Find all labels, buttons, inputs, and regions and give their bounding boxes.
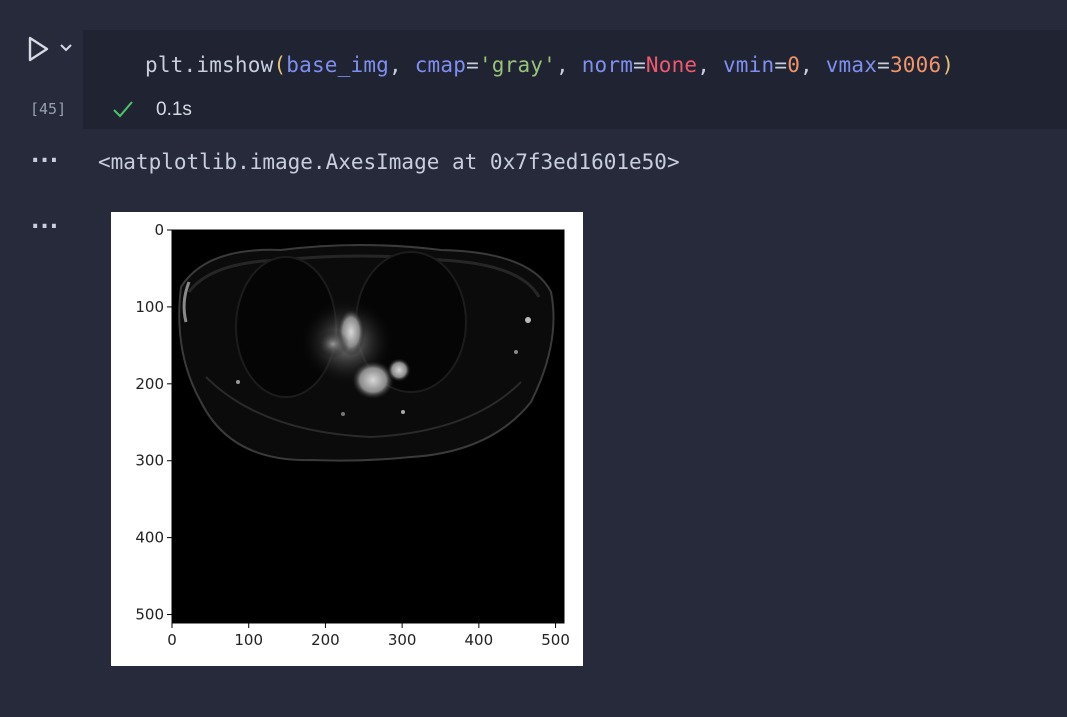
run-cell-icon[interactable] bbox=[26, 34, 52, 64]
execution-count: [45] bbox=[30, 100, 67, 118]
x-tick-label: 100 bbox=[234, 631, 263, 649]
check-icon bbox=[113, 101, 133, 118]
code-token: plt.imshow bbox=[145, 53, 274, 77]
code-token: norm bbox=[581, 53, 634, 77]
code-token: = bbox=[774, 53, 788, 77]
code-token: vmin bbox=[722, 53, 775, 77]
y-tick-label: 0 bbox=[154, 221, 164, 239]
code-token: cmap bbox=[414, 53, 467, 77]
code-token: = bbox=[877, 53, 890, 77]
y-tick-label: 200 bbox=[135, 375, 164, 393]
run-controls bbox=[26, 34, 78, 64]
output-more-icon[interactable]: ... bbox=[31, 211, 59, 233]
code-token: None bbox=[645, 53, 698, 77]
code-token: base_img bbox=[286, 53, 390, 77]
x-tick-label: 500 bbox=[541, 631, 570, 649]
code-token: 3006 bbox=[889, 53, 942, 77]
x-tick-label: 200 bbox=[311, 631, 340, 649]
y-tick-label: 100 bbox=[135, 298, 164, 316]
code-line[interactable]: plt.imshow(base_img, cmap='gray', norm=N… bbox=[145, 53, 954, 77]
x-tick-label: 300 bbox=[388, 631, 417, 649]
code-token: , bbox=[389, 53, 415, 77]
y-tick-label: 500 bbox=[135, 606, 164, 624]
execution-duration: 0.1s bbox=[156, 99, 192, 120]
ct-slice-image bbox=[178, 244, 555, 462]
matplotlib-figure: 0 100 200 300 400 500 0 100 200 300 400 500 bbox=[111, 212, 583, 666]
code-token: = bbox=[633, 53, 646, 77]
chevron-down-icon[interactable] bbox=[58, 40, 74, 56]
text-output: <matplotlib.image.AxesImage at 0x7f3ed16… bbox=[98, 150, 680, 174]
code-token: 'gray' bbox=[478, 53, 556, 77]
x-tick-label: 0 bbox=[167, 631, 177, 649]
code-token: , bbox=[697, 53, 723, 77]
code-token: 0 bbox=[787, 53, 801, 77]
code-token: , bbox=[800, 53, 826, 77]
output-more-icon[interactable]: ... bbox=[31, 145, 59, 167]
image-plot: 0 100 200 300 400 5000100200300400500 bbox=[135, 221, 570, 649]
y-tick-label: 400 bbox=[135, 529, 164, 547]
code-token: ) bbox=[941, 53, 955, 77]
code-token: ( bbox=[273, 53, 287, 77]
code-token: = bbox=[466, 53, 479, 77]
code-cell-input[interactable] bbox=[83, 30, 1067, 129]
code-token: , bbox=[556, 53, 582, 77]
y-tick-label: 300 bbox=[135, 452, 164, 470]
x-tick-label: 400 bbox=[465, 631, 494, 649]
code-token: vmax bbox=[825, 53, 878, 77]
